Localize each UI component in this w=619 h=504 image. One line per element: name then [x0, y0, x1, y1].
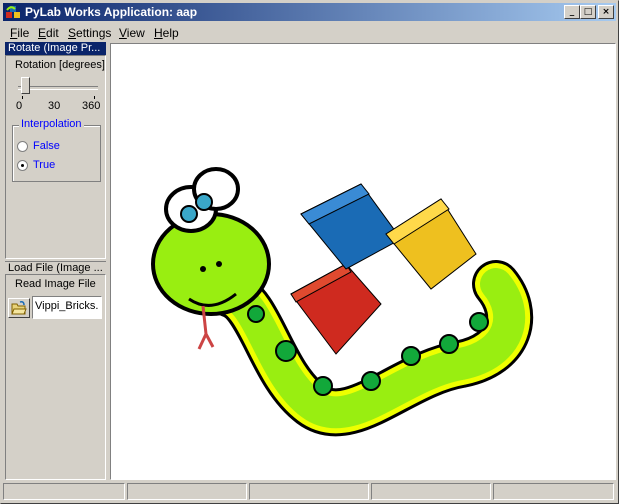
rotate-panel: Rotation [degrees] 0 30 360 Interpolatio…: [5, 55, 106, 259]
radio-selected-dot: [21, 164, 24, 167]
image-display: [110, 43, 616, 480]
status-bar: [3, 483, 616, 501]
control-pane: Rotate (Image Pr... Rotation [degrees] 0…: [5, 42, 106, 480]
radio-false[interactable]: [17, 141, 28, 152]
close-button[interactable]: ×: [598, 5, 614, 19]
interpolation-group: [12, 125, 101, 182]
status-cell: [249, 483, 369, 500]
rotation-label: Rotation [degrees]: [15, 59, 105, 71]
open-folder-icon: [11, 301, 27, 315]
rotation-slider-thumb[interactable]: [21, 77, 30, 94]
filename-field[interactable]: Vippi_Bricks.: [32, 296, 102, 319]
slider-tick: [22, 96, 23, 99]
window-title: PyLab Works Application: aap: [25, 5, 198, 19]
menu-bar: File Edit Settings View Help: [3, 23, 616, 42]
menu-view[interactable]: View: [119, 26, 145, 40]
rotate-panel-caption[interactable]: Rotate (Image Pr...: [5, 42, 106, 55]
menu-help[interactable]: Help: [154, 26, 179, 40]
status-cell: [127, 483, 247, 500]
rotation-slider-track[interactable]: [18, 86, 98, 90]
slider-tick: [94, 96, 95, 99]
menu-edit[interactable]: Edit: [38, 26, 59, 40]
status-cell: [493, 483, 614, 500]
menu-settings[interactable]: Settings: [68, 26, 111, 40]
application-window: PyLab Works Application: aap _ □ × File …: [0, 0, 619, 504]
radio-false-label[interactable]: False: [33, 140, 60, 152]
app-icon: [6, 6, 20, 18]
open-file-button[interactable]: [8, 298, 30, 318]
tick-label-mid: 30: [48, 100, 61, 112]
radio-true[interactable]: [17, 160, 28, 171]
tick-label-max: 360: [82, 100, 101, 112]
minimize-button[interactable]: _: [564, 5, 580, 19]
tick-label-min: 0: [16, 100, 23, 112]
radio-true-label[interactable]: True: [33, 159, 55, 171]
read-image-label: Read Image File: [15, 278, 96, 290]
title-bar[interactable]: PyLab Works Application: aap _ □ ×: [3, 3, 616, 21]
status-cell: [371, 483, 491, 500]
snake-bricks-image: [151, 167, 534, 437]
status-cell: [3, 483, 125, 500]
interpolation-group-title: Interpolation: [19, 118, 84, 130]
maximize-button[interactable]: □: [580, 5, 596, 19]
menu-file[interactable]: File: [10, 26, 29, 40]
load-panel-caption[interactable]: Load File (Image ...: [5, 261, 106, 274]
